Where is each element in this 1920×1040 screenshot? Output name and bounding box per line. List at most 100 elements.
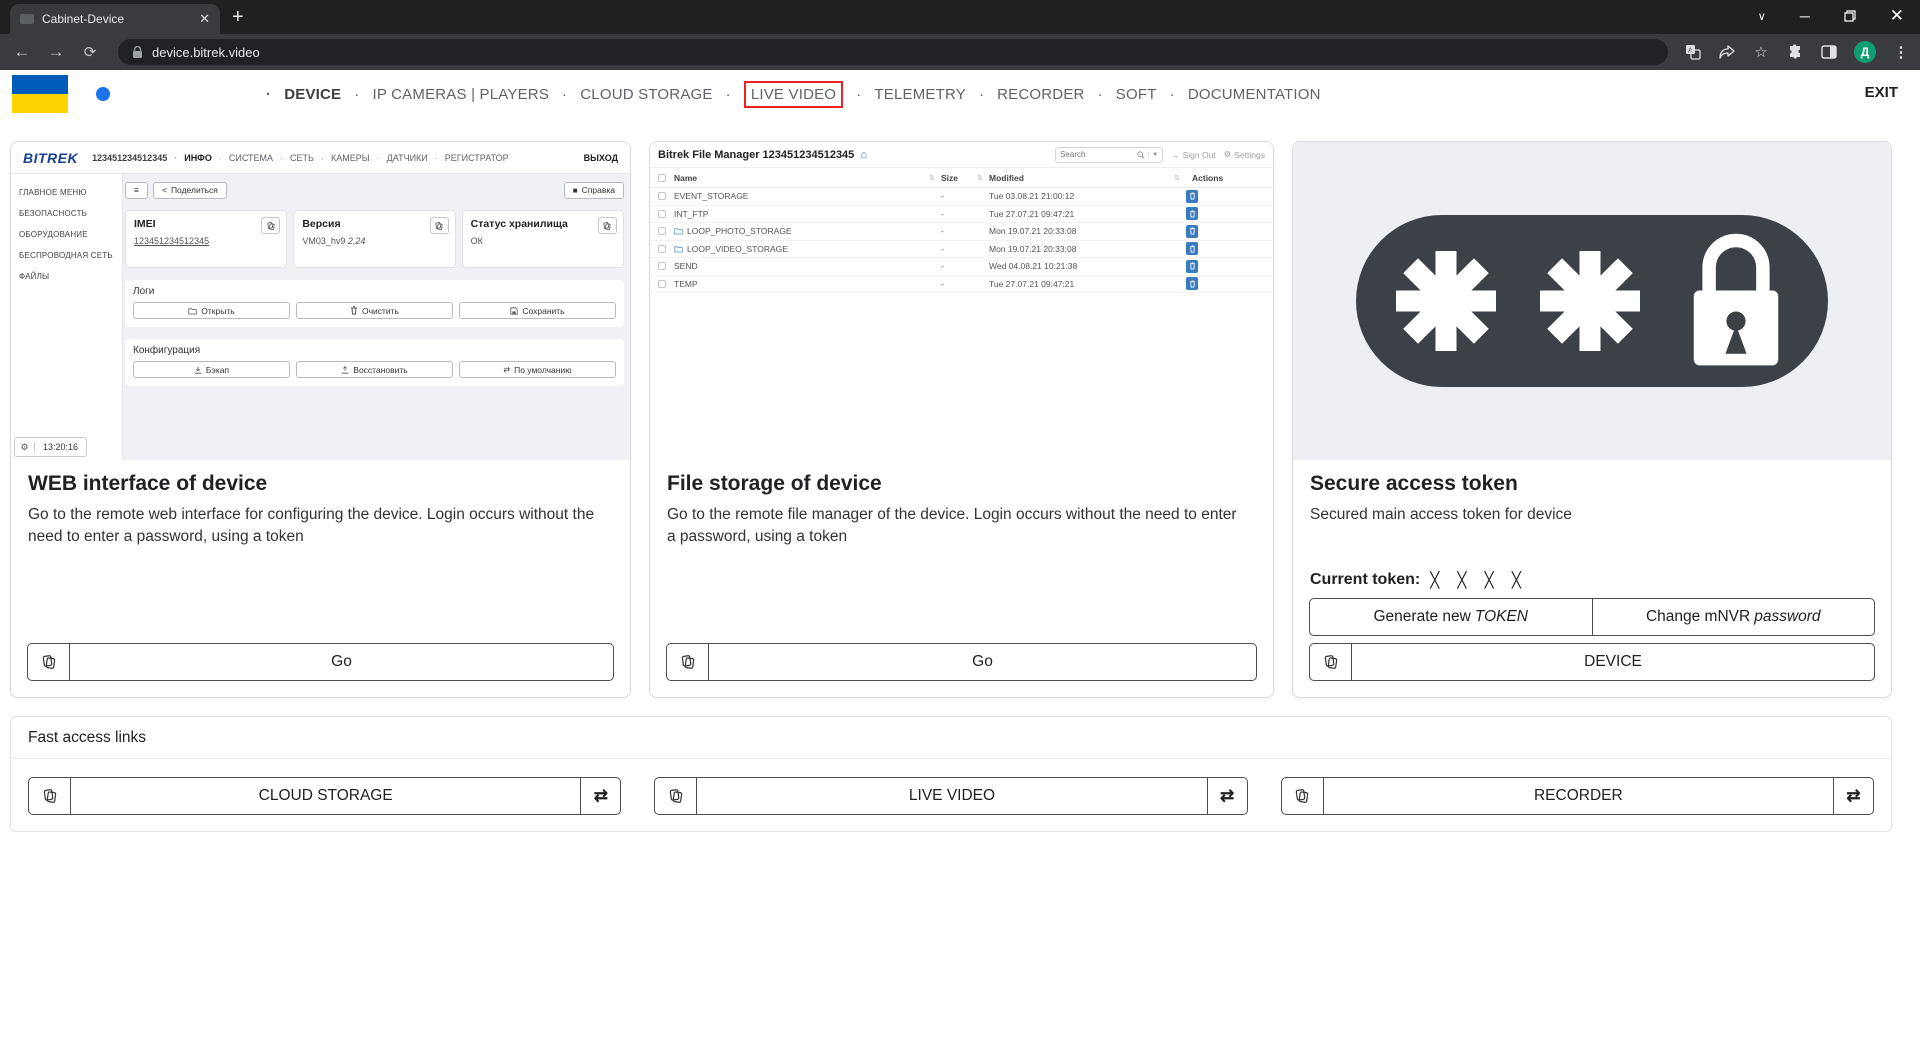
- copy-imei-button[interactable]: [261, 217, 280, 234]
- logs-save-button[interactable]: Сохранить: [459, 302, 616, 319]
- nav-item-ip-cameras[interactable]: IP CAMERAS | PLAYERS: [354, 86, 549, 103]
- tab-search-chevron-icon[interactable]: ∨: [1758, 10, 1766, 23]
- file-row[interactable]: LOOP_PHOTO_STORAGE - Mon 19.07.21 20:33:…: [650, 223, 1273, 241]
- mini-logout-link[interactable]: ВЫХОД: [584, 153, 618, 163]
- row-checkbox[interactable]: [658, 210, 666, 218]
- row-checkbox[interactable]: [658, 280, 666, 288]
- storage-status-tile: Статус хранилища ОК: [462, 210, 624, 268]
- row-delete-button[interactable]: [1186, 225, 1198, 238]
- settings-link[interactable]: ⚙Settings: [1224, 149, 1265, 160]
- exit-link[interactable]: EXIT: [1865, 84, 1898, 101]
- gear-icon[interactable]: ⚙: [15, 442, 35, 453]
- mini-nav-recorder[interactable]: РЕГИСТРАТОР: [435, 153, 509, 163]
- forward-icon[interactable]: →: [44, 42, 68, 62]
- nav-item-live-video[interactable]: LIVE VIDEO: [726, 81, 844, 108]
- select-all-checkbox[interactable]: [658, 174, 666, 182]
- search-options-caret-icon[interactable]: ▼: [1148, 152, 1158, 158]
- file-search-input[interactable]: ▼: [1055, 147, 1163, 163]
- share-arrow-icon: <: [162, 185, 167, 195]
- window-minimize-icon[interactable]: ─: [1800, 8, 1810, 24]
- mini-nav-sensors[interactable]: ДАТЧИКИ: [377, 153, 428, 163]
- address-bar[interactable]: device.bitrek.video: [118, 39, 1668, 65]
- share-icon[interactable]: [1718, 43, 1736, 61]
- browser-tab[interactable]: Cabinet-Device ✕: [10, 4, 220, 34]
- nav-item-documentation[interactable]: DOCUMENTATION: [1170, 86, 1321, 103]
- window-close-icon[interactable]: ✕: [1890, 6, 1904, 26]
- home-icon[interactable]: ⌂: [860, 149, 867, 161]
- mini-nav-info[interactable]: ИНФО: [174, 153, 212, 163]
- sidebar-item-files[interactable]: ФАЙЛЫ: [19, 272, 122, 281]
- extensions-puzzle-icon[interactable]: [1786, 43, 1804, 61]
- fast-link-cloud-storage[interactable]: CLOUD STORAGE ⇄: [28, 777, 621, 815]
- config-backup-button[interactable]: Бэкап: [133, 361, 290, 378]
- file-row[interactable]: EVENT_STORAGE - Tue 03.08.21 21:00:12: [650, 188, 1273, 206]
- window-restore-icon[interactable]: [1844, 10, 1856, 22]
- nav-item-cloud-storage[interactable]: CLOUD STORAGE: [562, 86, 713, 103]
- sort-icon[interactable]: ⇅: [1174, 174, 1186, 182]
- settings-gear-icon: ⚙: [1224, 149, 1232, 160]
- row-checkbox[interactable]: [658, 245, 666, 253]
- file-row[interactable]: TEMP - Tue 27.07.21 09:47:21: [650, 276, 1273, 294]
- download-icon: [194, 366, 202, 374]
- fast-link-recorder[interactable]: RECORDER ⇄: [1281, 777, 1874, 815]
- config-defaults-button[interactable]: ⇄По умолчанию: [459, 361, 616, 378]
- web-go-button[interactable]: Go: [27, 643, 614, 681]
- share-button[interactable]: <Поделиться: [153, 182, 227, 199]
- list-view-button[interactable]: ≡: [125, 182, 148, 199]
- trash-icon: [1189, 280, 1196, 288]
- mini-nav-cameras[interactable]: КАМЕРЫ: [321, 153, 370, 163]
- card-title: File storage of device: [667, 472, 1257, 496]
- nav-item-recorder[interactable]: RECORDER: [979, 86, 1085, 103]
- sign-out-link[interactable]: →Sign Out: [1171, 150, 1216, 160]
- bookmark-star-icon[interactable]: ☆: [1752, 43, 1770, 61]
- sidebar-item-main-menu[interactable]: ГЛАВНОЕ МЕНЮ: [19, 188, 122, 197]
- nav-item-soft[interactable]: SOFT: [1098, 86, 1157, 103]
- sort-icon[interactable]: ⇅: [977, 174, 989, 182]
- mini-nav-system[interactable]: СИСТЕМА: [219, 153, 273, 163]
- file-row[interactable]: INT_FTP - Tue 27.07.21 09:47:21: [650, 206, 1273, 224]
- back-icon[interactable]: ←: [10, 42, 34, 62]
- row-delete-button[interactable]: [1186, 242, 1198, 255]
- list-icon: ≡: [134, 185, 139, 195]
- tab-close-icon[interactable]: ✕: [199, 11, 210, 27]
- help-button[interactable]: ■Справка: [564, 182, 624, 199]
- row-checkbox[interactable]: [658, 192, 666, 200]
- sidebar-item-wireless[interactable]: БЕСПРОВОДНАЯ СЕТЬ: [19, 251, 122, 260]
- row-delete-button[interactable]: [1186, 277, 1198, 290]
- row-checkbox[interactable]: [658, 262, 666, 270]
- row-checkbox[interactable]: [658, 227, 666, 235]
- side-panel-icon[interactable]: [1820, 43, 1838, 61]
- generate-token-button[interactable]: Generate newTOKEN: [1310, 599, 1593, 635]
- nav-item-device[interactable]: DEVICE: [266, 86, 341, 103]
- fast-link-live-video[interactable]: LIVE VIDEO ⇄: [654, 777, 1247, 815]
- fast-access-section: Fast access links CLOUD STORAGE ⇄ LIVE V…: [10, 716, 1892, 832]
- change-password-button[interactable]: Change mNVRpassword: [1593, 599, 1875, 635]
- logs-open-button[interactable]: Открыть: [133, 302, 290, 319]
- imei-tile: IMEI 123451234512345: [125, 210, 287, 268]
- nav-item-telemetry[interactable]: TELEMETRY: [856, 86, 966, 103]
- profile-avatar[interactable]: Д: [1854, 41, 1876, 63]
- reload-icon[interactable]: ⟳: [78, 43, 102, 61]
- translate-icon[interactable]: A: [1684, 43, 1702, 61]
- device-button[interactable]: DEVICE: [1309, 643, 1875, 681]
- file-row[interactable]: LOOP_VIDEO_STORAGE - Mon 19.07.21 20:33:…: [650, 241, 1273, 259]
- row-delete-button[interactable]: [1186, 260, 1198, 273]
- new-tab-button[interactable]: +: [232, 7, 244, 27]
- sort-icon[interactable]: ⇅: [929, 174, 941, 182]
- mini-nav-network[interactable]: СЕТЬ: [280, 153, 314, 163]
- search-icon: [1137, 151, 1145, 159]
- cards-icon: [1310, 644, 1352, 680]
- sidebar-item-security[interactable]: БЕЗОПАСНОСТЬ: [19, 209, 122, 218]
- sidebar-item-equipment[interactable]: ОБОРУДОВАНИЕ: [19, 230, 122, 239]
- config-restore-button[interactable]: Восстановить: [296, 361, 453, 378]
- file-row[interactable]: SEND - Wed 04.08.21 10:21:38: [650, 258, 1273, 276]
- menu-kebab-icon[interactable]: ⋮: [1892, 43, 1910, 61]
- cards-icon: [655, 778, 697, 814]
- storage-go-button[interactable]: Go: [666, 643, 1257, 681]
- row-delete-button[interactable]: [1186, 207, 1198, 220]
- row-delete-button[interactable]: [1186, 190, 1198, 203]
- logs-clear-button[interactable]: Очистить: [296, 302, 453, 319]
- imei-value-link[interactable]: 123451234512345: [134, 236, 278, 246]
- copy-status-button[interactable]: [598, 217, 617, 234]
- copy-version-button[interactable]: [430, 217, 449, 234]
